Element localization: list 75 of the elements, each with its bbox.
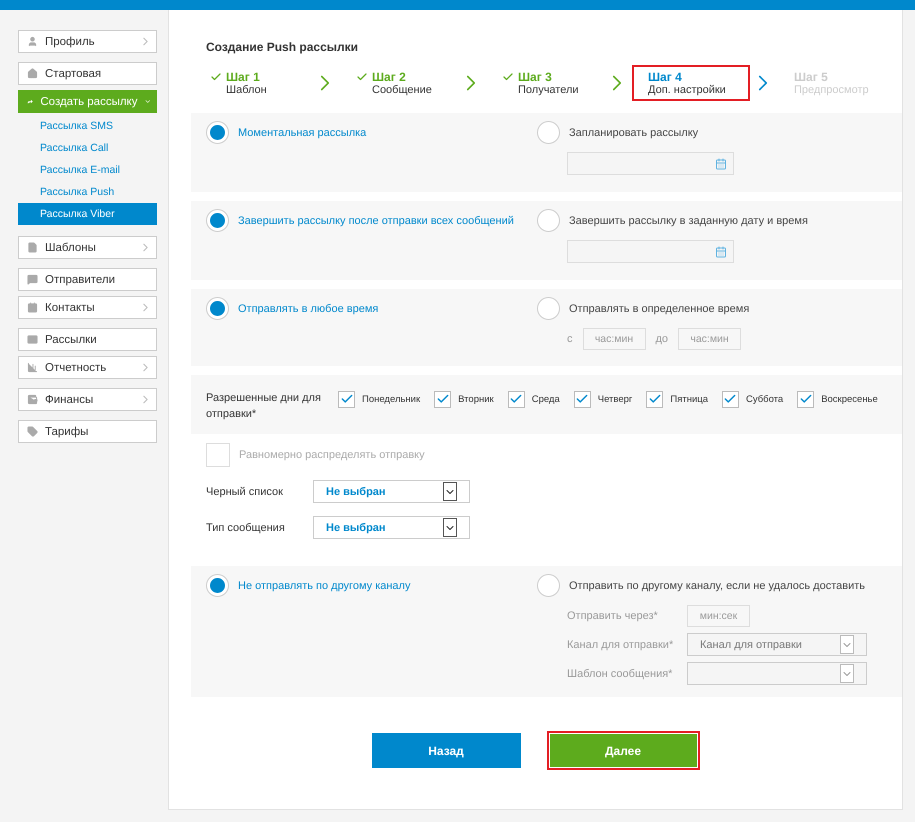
radio-button[interactable] bbox=[206, 297, 229, 320]
sidebar-item[interactable]: Рассылки bbox=[18, 328, 157, 351]
home-icon bbox=[27, 68, 38, 79]
check-icon bbox=[502, 71, 514, 83]
submenu-item[interactable]: Рассылка SMS bbox=[18, 115, 157, 137]
radio-button[interactable] bbox=[206, 209, 229, 232]
calendar-icon bbox=[715, 158, 727, 170]
checkbox-label: Равномерно распределять отправку bbox=[239, 449, 425, 461]
sidebar-item[interactable]: Стартовая bbox=[18, 62, 157, 85]
day-label: Воскресенье bbox=[821, 394, 878, 404]
option-label: Отправлять в определенное время bbox=[569, 302, 750, 314]
radio-button[interactable] bbox=[206, 574, 229, 597]
checkbox[interactable] bbox=[574, 390, 591, 408]
day-label: Среда bbox=[532, 394, 560, 404]
select-field[interactable]: Канал для отправки bbox=[687, 633, 867, 656]
check-icon bbox=[210, 71, 222, 83]
submenu-item[interactable]: Рассылка Push bbox=[18, 181, 157, 203]
checkbox[interactable] bbox=[508, 390, 525, 408]
radio-button[interactable] bbox=[537, 297, 560, 320]
sidebar-item[interactable]: Отчетность bbox=[18, 356, 157, 379]
checkbox[interactable] bbox=[434, 390, 452, 408]
wizard-step[interactable]: Шаг 4 Доп. настройки bbox=[632, 65, 750, 101]
check-icon bbox=[356, 71, 368, 83]
from-label: с bbox=[567, 333, 572, 345]
wizard-step[interactable]: Шаг 2 Сообщение bbox=[340, 65, 458, 101]
day-label: Понедельник bbox=[362, 394, 420, 404]
field-label: Канал для отправки* bbox=[567, 638, 674, 650]
day-label: Суббота bbox=[746, 394, 784, 404]
option-label: Отправлять в любое время bbox=[238, 302, 378, 314]
submenu-item[interactable]: Рассылка E-mail bbox=[18, 159, 157, 181]
sidebar-item[interactable]: Финансы bbox=[18, 388, 157, 411]
day-label: Пятница bbox=[670, 394, 708, 404]
checkbox[interactable] bbox=[722, 390, 739, 408]
checkbox[interactable] bbox=[338, 390, 355, 408]
sidebar-item[interactable]: Отправители bbox=[18, 268, 157, 291]
checkbox[interactable] bbox=[797, 390, 814, 408]
option-label: Моментальная рассылка bbox=[238, 126, 366, 138]
select-field[interactable] bbox=[687, 662, 867, 685]
select-field[interactable]: Не выбран bbox=[313, 480, 470, 503]
select-label: Тип сообщения bbox=[206, 522, 286, 534]
option-label: Отправить по другому каналу, если не удалось доставить bbox=[569, 580, 865, 592]
field-label: Отправить через* bbox=[567, 610, 659, 622]
date-field[interactable] bbox=[567, 240, 734, 263]
to-label: до bbox=[656, 333, 668, 345]
submenu-item[interactable]: Рассылка Viber bbox=[18, 203, 157, 225]
sidebar-item[interactable]: Контакты bbox=[18, 296, 157, 319]
date-field[interactable] bbox=[567, 152, 734, 175]
wizard-step[interactable]: Шаг 3 Получатели bbox=[486, 65, 604, 101]
document-icon bbox=[27, 242, 38, 253]
sidebar-item[interactable]: Профиль bbox=[18, 30, 157, 53]
radio-button[interactable] bbox=[537, 121, 560, 144]
checkbox[interactable] bbox=[646, 390, 664, 408]
day-label: Вторник bbox=[458, 394, 494, 404]
option-label: Запланировать рассылку bbox=[569, 126, 698, 138]
select-field[interactable]: Не выбран bbox=[313, 516, 470, 539]
radio-button[interactable] bbox=[537, 209, 560, 232]
calendar-icon bbox=[715, 246, 727, 258]
wizard-step[interactable]: Шаг 1 Шаблон bbox=[194, 65, 312, 101]
radio-button[interactable] bbox=[206, 121, 229, 144]
user-icon bbox=[27, 36, 38, 47]
day-label: Четверг bbox=[598, 394, 632, 404]
tag-icon bbox=[27, 426, 38, 437]
field-label: Шаблон сообщения* bbox=[567, 668, 674, 680]
submenu-item[interactable]: Рассылка Call bbox=[18, 137, 157, 159]
page-title: Создание Push рассылки bbox=[206, 40, 360, 54]
option-label: Завершить рассылку в заданную дату и время bbox=[569, 214, 808, 226]
days-label: Разрешенные дни для отправки* bbox=[206, 391, 322, 422]
sidebar-item[interactable]: Шаблоны bbox=[18, 236, 157, 259]
select-label: Черный список bbox=[206, 486, 284, 498]
sidebar-item[interactable]: Тарифы bbox=[18, 420, 157, 443]
option-label: Не отправлять по другому каналу bbox=[238, 580, 410, 592]
radio-button[interactable] bbox=[537, 574, 560, 597]
back-button[interactable]: Назад bbox=[372, 733, 520, 768]
wallet-icon bbox=[27, 394, 38, 405]
option-label: Завершить рассылку после отправки всех сообщений bbox=[238, 214, 514, 226]
